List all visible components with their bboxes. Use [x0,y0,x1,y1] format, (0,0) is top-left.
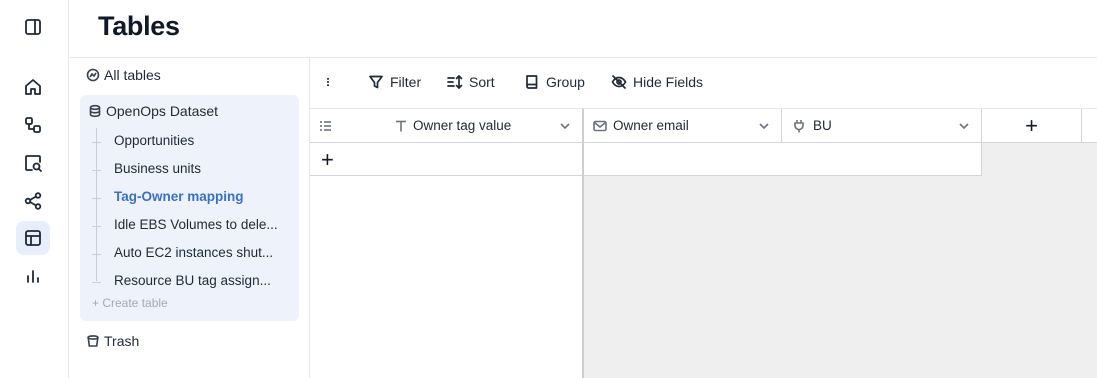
row-numbers-icon [320,121,331,131]
sort-icon [447,75,463,89]
table-item-tag-owner-mapping[interactable]: Tag-Owner mapping [92,189,244,204]
filter-icon [369,75,383,89]
all-tables-label: All tables [104,67,161,83]
column-header-owner-email[interactable]: Owner email [583,109,782,143]
table-item-opportunities[interactable]: Opportunities [91,133,194,148]
eye-off-icon [611,75,627,89]
analytics-icon[interactable] [16,259,50,293]
group-label: Group [546,74,585,90]
column-header-owner-tag-value[interactable]: Owner tag value [310,109,583,143]
table-item-business-units[interactable]: Business units [91,161,201,176]
text-type-icon [396,120,406,132]
plus-icon: + [1025,112,1038,138]
frozen-column-divider [582,109,584,378]
database-globe-icon [86,68,100,82]
hide-fields-button[interactable]: Hide Fields [611,74,703,90]
table-item-auto-ec2-instances[interactable]: Auto EC2 instances shut... [91,245,273,260]
email-icon [593,120,607,132]
filter-label: Filter [390,74,422,90]
page-title: Tables [98,11,180,41]
tree-line [96,128,97,281]
sort-button[interactable]: Sort [447,74,495,90]
trash-icon [87,335,99,347]
tables-icon[interactable] [16,221,50,255]
plus-icon: + [321,147,334,172]
column-name: Owner tag value [413,118,512,133]
chevron-down-icon[interactable] [757,119,771,133]
trash-link[interactable]: Trash [86,333,139,349]
trash-label: Trash [104,333,140,349]
filter-button[interactable]: Filter [368,74,421,90]
add-row-cell[interactable] [583,143,982,176]
nav-rail [0,0,69,378]
link-plug-icon [794,120,804,133]
sidebar-toggle-icon[interactable] [16,10,50,44]
all-tables-link[interactable]: All tables [86,67,161,83]
header-filler [1082,109,1097,143]
database-icon [89,104,101,118]
search-runs-icon[interactable] [16,146,50,180]
create-table-link[interactable]: + Create table [92,296,168,310]
chevron-down-icon[interactable] [957,119,971,133]
home-icon[interactable] [16,70,50,104]
chevron-down-icon[interactable] [558,119,572,133]
column-header-bu[interactable]: BU [782,109,982,143]
workflows-icon[interactable] [16,108,50,142]
group-button[interactable]: Group [524,74,585,90]
add-row-button[interactable]: + [310,143,583,176]
page-header: Tables [70,0,1097,58]
more-options-button[interactable] [323,74,333,90]
more-vertical-icon [326,77,330,87]
group-book-icon [526,75,538,89]
column-name: Owner email [613,118,689,133]
connections-icon[interactable] [16,184,50,218]
sort-label: Sort [469,74,495,90]
add-column-button[interactable]: + [982,109,1082,143]
table-toolbar: Filter Sort Group Hide Fields [310,58,1097,109]
column-name: BU [813,118,832,133]
table-item-idle-ebs-volumes[interactable]: Idle EBS Volumes to dele... [92,217,278,232]
dataset-group: OpenOps Dataset Opportunities Business u… [80,95,299,321]
hide-fields-label: Hide Fields [633,74,704,90]
tables-sidebar: All tables OpenOps Dataset Opportunities… [70,58,310,378]
data-grid: Owner tag value Owner email BU + + [310,109,1097,378]
dataset-label: OpenOps Dataset [106,103,219,119]
table-item-resource-bu-tag[interactable]: Resource BU tag assign... [92,273,271,288]
dataset-header[interactable]: OpenOps Dataset [88,103,218,119]
